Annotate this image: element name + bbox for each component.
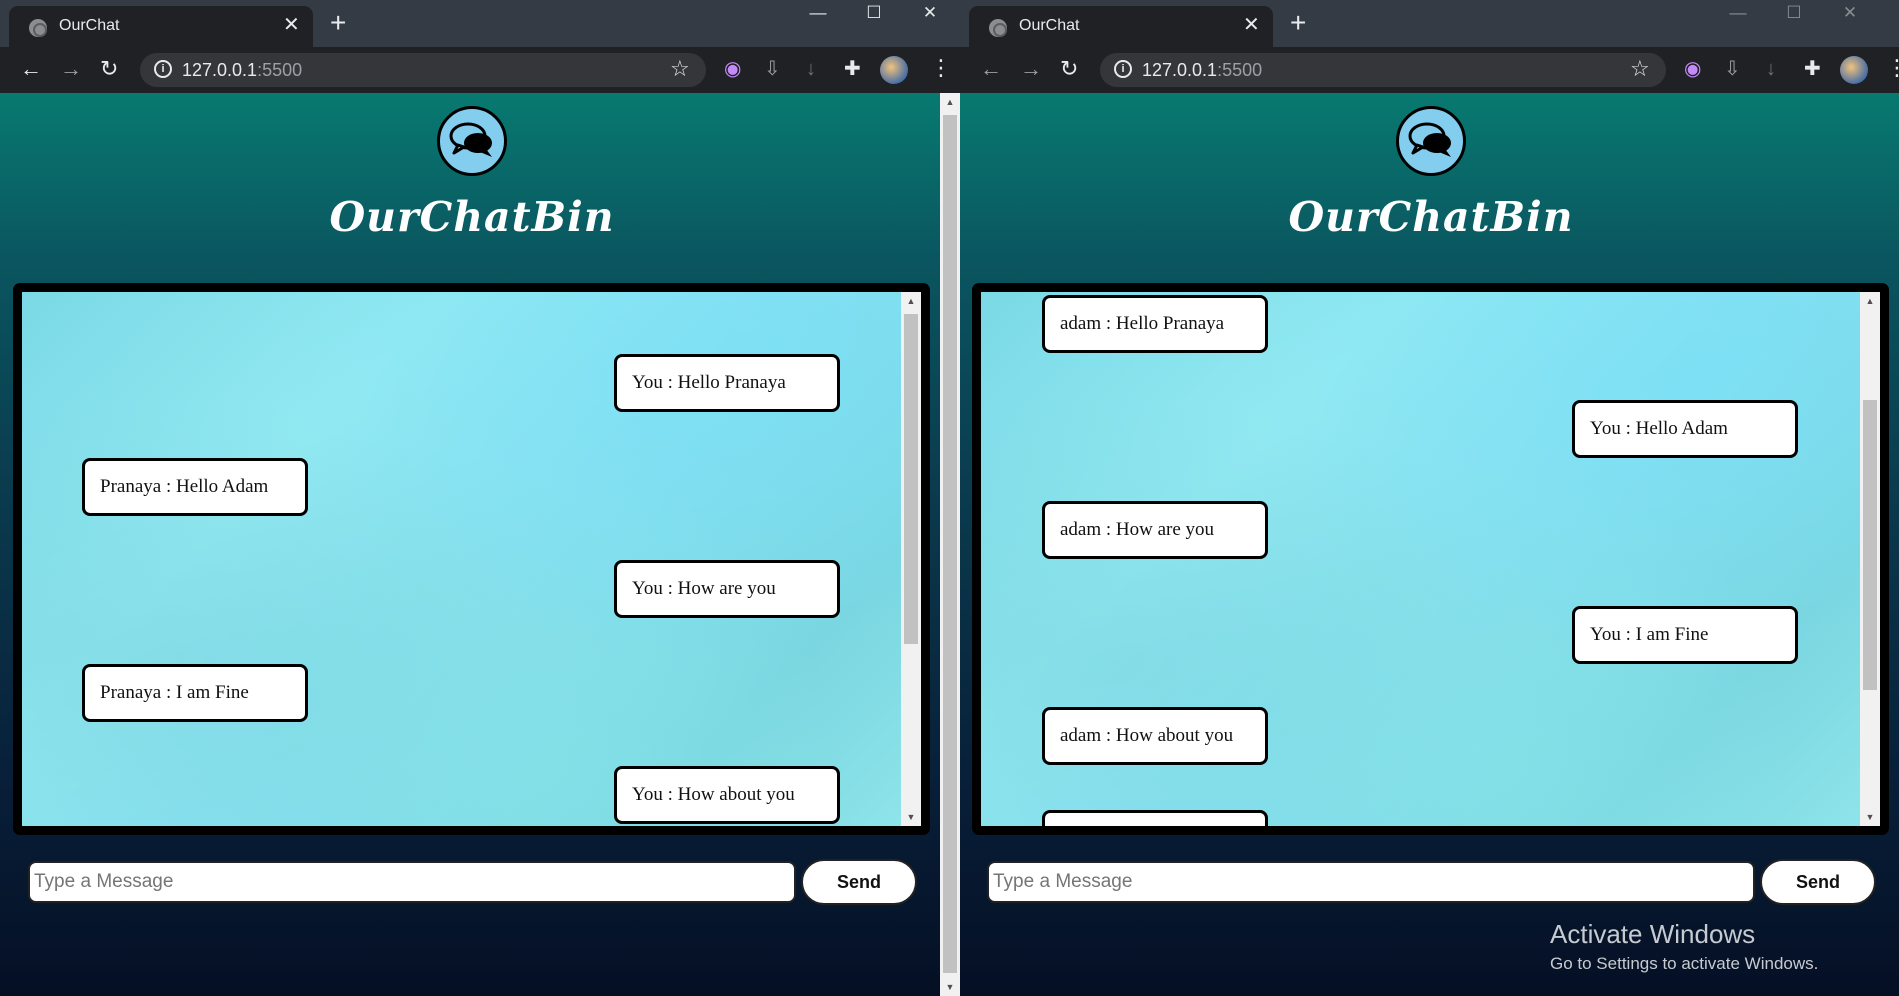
chat-scroll-thumb[interactable]	[904, 314, 918, 644]
message-area[interactable]: adam : Hello Pranaya You : Hello Adam ad…	[981, 292, 1880, 826]
message-incoming: adam : How about you	[1042, 707, 1268, 765]
minimize-button[interactable]: —	[1710, 0, 1766, 26]
profile-avatar[interactable]	[880, 56, 908, 84]
tab-title: OurChat	[1019, 17, 1080, 34]
globe-favicon-icon	[29, 19, 47, 37]
menu-kebab-icon[interactable]: ⋮	[930, 55, 952, 81]
message-input[interactable]	[28, 861, 796, 903]
chat-scrollbar[interactable]: ▲ ▼	[901, 292, 921, 826]
url-port: :5500	[257, 60, 303, 80]
chat-page: OurChatBin You : Hello Pranaya Pranaya :…	[0, 93, 940, 996]
watermark-title: Activate Windows	[1550, 919, 1756, 949]
reload-icon[interactable]: ↻	[100, 56, 118, 82]
menu-kebab-icon[interactable]: ⋮	[1886, 55, 1899, 81]
download-icon[interactable]: ↓	[1766, 56, 1776, 82]
message-area[interactable]: You : Hello Pranaya Pranaya : Hello Adam…	[22, 292, 921, 826]
extension-download-icon[interactable]: ⇩	[764, 56, 781, 82]
forward-arrow-icon[interactable]: →	[60, 56, 82, 82]
message-outgoing: You : Hello Pranaya	[614, 354, 840, 412]
chat-bubbles-icon	[1396, 106, 1466, 176]
puzzle-icon[interactable]: ✚	[844, 56, 861, 82]
browser-window-left: OurChat ✕ + — ☐ ✕ ← → ↻ i 127.0.0.1:5500 ☆…	[0, 0, 960, 996]
watermark-subtitle: Go to Settings to activate Windows.	[1550, 954, 1819, 973]
scroll-down-arrow-icon[interactable]: ▼	[1860, 808, 1880, 826]
extension-radio-icon[interactable]: ◉	[1684, 56, 1701, 82]
message-incoming: adam : Hello Pranaya	[1042, 295, 1268, 353]
back-arrow-icon[interactable]: ←	[20, 56, 42, 82]
brand-title: OurChatBin	[329, 193, 615, 241]
close-window-button[interactable]: ✕	[902, 0, 958, 26]
chat-box: You : Hello Pranaya Pranaya : Hello Adam…	[13, 283, 930, 835]
brand-title: OurChatBin	[1288, 193, 1574, 241]
page-scrollbar[interactable]: ▲ ▼	[940, 93, 960, 996]
scroll-down-arrow-icon[interactable]: ▼	[940, 978, 960, 996]
message-outgoing: You : I am Fine	[1572, 606, 1798, 664]
message-incoming: adam : How are you	[1042, 501, 1268, 559]
address-bar[interactable]: i 127.0.0.1:5500 ☆	[140, 53, 706, 87]
url-host: 127.0.0.1	[1142, 60, 1218, 80]
message-incoming: Pranaya : Hello Adam	[82, 458, 308, 516]
send-button[interactable]: Send	[1760, 859, 1876, 905]
scroll-up-arrow-icon[interactable]: ▲	[940, 93, 960, 111]
tab-title: OurChat	[59, 17, 120, 34]
message-outgoing: You : How are you	[614, 560, 840, 618]
back-arrow-icon[interactable]: ←	[980, 56, 1002, 82]
chat-scroll-thumb[interactable]	[1863, 400, 1877, 690]
extension-download-icon[interactable]: ⇩	[1724, 56, 1741, 82]
scroll-up-arrow-icon[interactable]: ▲	[901, 292, 921, 310]
window-controls: — ☐ ✕	[1710, 0, 1878, 28]
screen: OurChat ✕ + — ☐ ✕ ← → ↻ i 127.0.0.1:5500 ☆…	[0, 0, 1899, 996]
tab-close-icon[interactable]: ✕	[283, 14, 300, 36]
scroll-up-arrow-icon[interactable]: ▲	[1860, 292, 1880, 310]
close-window-button[interactable]: ✕	[1822, 0, 1878, 26]
chat-scrollbar[interactable]: ▲ ▼	[1860, 292, 1880, 826]
tab-ourchat[interactable]: OurChat ✕	[9, 6, 313, 47]
tab-close-icon[interactable]: ✕	[1243, 14, 1260, 36]
info-icon[interactable]: i	[154, 60, 172, 78]
star-icon[interactable]: ☆	[1630, 56, 1650, 82]
message-outgoing: You : Hello Adam	[1572, 400, 1798, 458]
new-tab-button[interactable]: +	[1290, 8, 1306, 38]
browser-toolbar: ← → ↻ i 127.0.0.1:5500 ☆ ◉ ⇩ ↓ ✚ ⋮	[960, 47, 1899, 93]
profile-avatar[interactable]	[1840, 56, 1868, 84]
extension-radio-icon[interactable]: ◉	[724, 56, 741, 82]
url-host: 127.0.0.1	[182, 60, 258, 80]
maximize-button[interactable]: ☐	[846, 0, 902, 26]
star-icon[interactable]: ☆	[670, 56, 690, 82]
url-text: 127.0.0.1:5500	[182, 60, 302, 81]
browser-window-right: OurChat ✕ + — ☐ ✕ ← → ↻ i 127.0.0.1:5500 ☆…	[960, 0, 1899, 996]
message-incoming	[1042, 810, 1268, 826]
message-input[interactable]	[987, 861, 1755, 903]
maximize-button[interactable]: ☐	[1766, 0, 1822, 26]
message-outgoing: You : How about you	[614, 766, 840, 824]
window-controls: — ☐ ✕	[790, 0, 958, 28]
chat-bubbles-icon	[437, 106, 507, 176]
message-incoming: Pranaya : I am Fine	[82, 664, 308, 722]
chat-box: adam : Hello Pranaya You : Hello Adam ad…	[972, 283, 1889, 835]
send-button[interactable]: Send	[801, 859, 917, 905]
minimize-button[interactable]: —	[790, 0, 846, 26]
scroll-down-arrow-icon[interactable]: ▼	[901, 808, 921, 826]
tab-strip: OurChat ✕ + — ☐ ✕	[960, 0, 1899, 47]
info-icon[interactable]: i	[1114, 60, 1132, 78]
download-icon[interactable]: ↓	[806, 56, 816, 82]
new-tab-button[interactable]: +	[330, 8, 346, 38]
chat-page: OurChatBin adam : Hello Pranaya You : He…	[960, 93, 1899, 996]
url-port: :5500	[1217, 60, 1263, 80]
tab-ourchat[interactable]: OurChat ✕	[969, 6, 1273, 47]
reload-icon[interactable]: ↻	[1060, 56, 1078, 82]
url-text: 127.0.0.1:5500	[1142, 60, 1262, 81]
browser-toolbar: ← → ↻ i 127.0.0.1:5500 ☆ ◉ ⇩ ↓ ✚ ⋮	[0, 47, 960, 93]
puzzle-icon[interactable]: ✚	[1804, 56, 1821, 82]
address-bar[interactable]: i 127.0.0.1:5500 ☆	[1100, 53, 1666, 87]
page-scroll-thumb[interactable]	[943, 115, 957, 973]
globe-favicon-icon	[989, 19, 1007, 37]
forward-arrow-icon[interactable]: →	[1020, 56, 1042, 82]
tab-strip: OurChat ✕ + — ☐ ✕	[0, 0, 960, 47]
activate-windows-watermark: Activate Windows Go to Settings to activ…	[1550, 919, 1818, 974]
